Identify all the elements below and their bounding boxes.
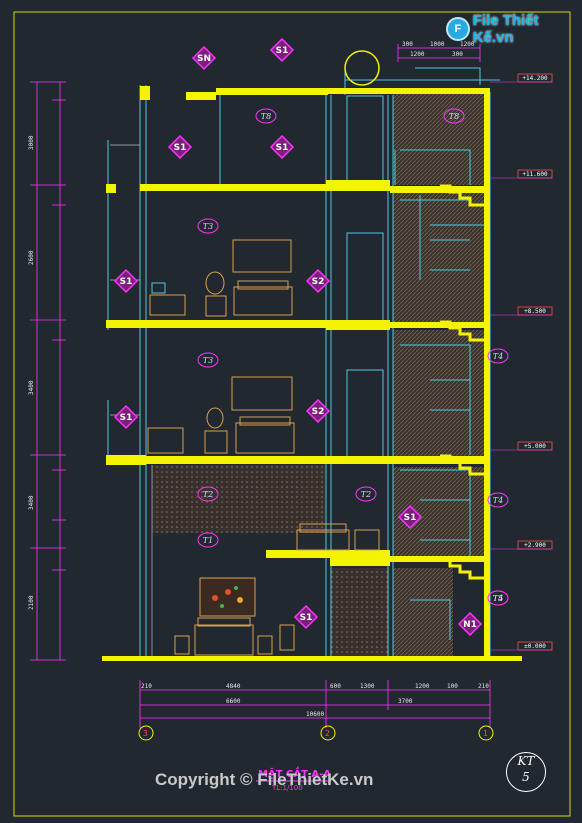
bottom-dim-c1: 10600 xyxy=(306,711,324,718)
top-dim-2: 1000 xyxy=(430,41,445,48)
left-dim-2: 2600 xyxy=(28,250,35,265)
room-tag-label: T1 xyxy=(203,536,213,545)
sheet-number-stamp: KT 5 xyxy=(506,752,546,792)
bottom-dim-a6: 100 xyxy=(447,683,458,690)
bottom-dim-b1: 6600 xyxy=(226,698,241,705)
level-label: +14.200 xyxy=(522,75,548,82)
room-tag-label: T4 xyxy=(493,352,503,361)
section-tag-label: S1 xyxy=(120,413,133,423)
left-dim-3: 3400 xyxy=(28,380,35,395)
bottom-dim-a7: 210 xyxy=(478,683,489,690)
room-tag-label: T2 xyxy=(361,490,371,499)
logo-mark-icon: F xyxy=(446,17,470,41)
axis-label-left: 3 xyxy=(143,729,148,738)
bottom-dim-a4: 1300 xyxy=(360,683,375,690)
room-tag-label: T5 xyxy=(493,594,503,603)
site-logo: F File Thiết Kế.vn xyxy=(446,12,582,46)
cad-drawing-canvas: 3000 2600 3400 3400 2100 SN S1 S1 S1 S1 … xyxy=(0,0,582,823)
left-dim-texts: 3000 2600 3400 3400 2100 xyxy=(28,135,35,610)
stair-hatch xyxy=(152,92,485,658)
level-label: +2.900 xyxy=(524,542,546,549)
bottom-dim-b2: 3700 xyxy=(398,698,413,705)
level-label: +5.000 xyxy=(524,443,546,450)
room-tag-label: T8 xyxy=(261,112,271,121)
left-dimension-lines xyxy=(30,81,66,661)
copyright-watermark: Copyright © FileThietKe.vn xyxy=(155,770,374,789)
section-tag-label: S1 xyxy=(276,46,289,56)
section-tag-label: S1 xyxy=(276,143,289,153)
room-tag-label: T3 xyxy=(203,222,213,231)
logo-text: File Thiết Kế.vn xyxy=(472,12,539,46)
level-label: ±0.000 xyxy=(524,643,546,650)
tv-icon xyxy=(151,282,166,294)
bottom-dim-a1: 210 xyxy=(141,683,152,690)
top-dim-4: 1200 xyxy=(410,51,425,58)
top-dim-5: 300 xyxy=(452,51,463,58)
section-tag-label: N1 xyxy=(463,620,477,630)
top-dim-1: 300 xyxy=(402,41,413,48)
left-dim-5: 2100 xyxy=(28,595,35,610)
section-tag-label: S1 xyxy=(120,277,133,287)
bottom-dim-texts: 210 4840 600 1300 1200 100 210 6600 3700… xyxy=(141,683,489,718)
room-tag-label: T8 xyxy=(449,112,459,121)
bottom-dim-a5: 1200 xyxy=(415,683,430,690)
sheet-code: KT xyxy=(517,754,535,768)
axis-label-mid: 2 xyxy=(325,729,330,738)
bottom-dim-a2: 4840 xyxy=(226,683,241,690)
level-markers: +14.200 +11.600 +8.500 +5.000 +2.900 ±0.000 xyxy=(490,73,553,651)
section-tag-label: S1 xyxy=(404,513,417,523)
left-dim-4: 3400 xyxy=(28,495,35,510)
grid-axis-labels: 3 2 1 xyxy=(143,729,488,738)
section-tag-label: S2 xyxy=(312,277,325,287)
sheet-index: 5 xyxy=(522,770,530,784)
axis-label-right: 1 xyxy=(483,729,488,738)
section-tag-label: SN xyxy=(197,54,211,64)
section-drawing: 3000 2600 3400 3400 2100 SNS1S1 S1S1 S2S… xyxy=(13,11,571,817)
room-tag-label: T2 xyxy=(203,490,213,499)
section-tag-label: S1 xyxy=(174,143,187,153)
section-tag-label: S1 xyxy=(300,613,313,623)
level-label: +8.500 xyxy=(524,308,546,315)
bottom-dim-a3: 600 xyxy=(330,683,341,690)
wall-painting xyxy=(199,577,256,617)
level-label: +11.600 xyxy=(522,171,548,178)
room-tag-label: T4 xyxy=(493,496,503,505)
left-dim-1: 3000 xyxy=(28,135,35,150)
section-tag-label: S2 xyxy=(312,407,325,417)
room-tag-label: T3 xyxy=(203,356,213,365)
